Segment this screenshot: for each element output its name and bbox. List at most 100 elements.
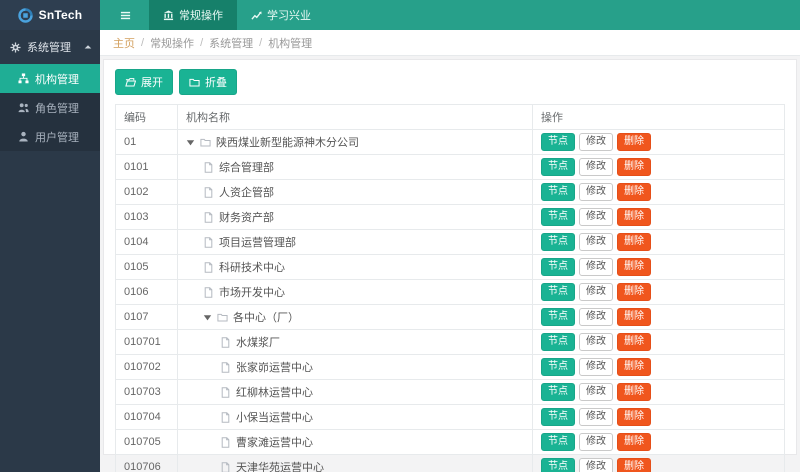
table-row[interactable]: 0105 科研技术中心 节点 修改 删除 <box>115 254 785 280</box>
delete-button[interactable]: 删除 <box>617 258 651 276</box>
delete-button[interactable]: 删除 <box>617 183 651 201</box>
org-name-cell: 财务资产部 <box>186 209 524 225</box>
table-row[interactable]: 010704 小保当运营中心 节点 修改 删除 <box>115 404 785 430</box>
delete-button[interactable]: 删除 <box>617 233 651 251</box>
edit-button[interactable]: 修改 <box>579 283 613 301</box>
delete-button[interactable]: 删除 <box>617 383 651 401</box>
edit-button[interactable]: 修改 <box>579 133 613 151</box>
node-button[interactable]: 节点 <box>541 233 575 251</box>
table-row[interactable]: 0107 各中心（厂） 节点 修改 删除 <box>115 304 785 330</box>
sidebar-item-label: 机构管理 <box>35 73 79 86</box>
node-button[interactable]: 节点 <box>541 258 575 276</box>
node-button[interactable]: 节点 <box>541 133 575 151</box>
org-code-cell: 010705 <box>115 429 178 455</box>
brand-logo[interactable]: SnTech <box>0 0 100 30</box>
row-actions: 节点 修改 删除 <box>541 233 776 251</box>
row-actions: 节点 修改 删除 <box>541 358 776 376</box>
delete-button[interactable]: 删除 <box>617 358 651 376</box>
table-row[interactable]: 0104 项目运营管理部 节点 修改 删除 <box>115 229 785 255</box>
org-name-cell: 市场开发中心 <box>186 284 524 300</box>
navbar-tab[interactable]: 常规操作 <box>149 0 237 30</box>
edit-button[interactable]: 修改 <box>579 308 613 326</box>
node-button[interactable]: 节点 <box>541 308 575 326</box>
org-name-cell: 人资企管部 <box>186 184 524 200</box>
sidebar-item-user[interactable]: 用户管理 <box>0 122 100 151</box>
delete-button[interactable]: 删除 <box>617 208 651 226</box>
org-name-cell: 张家峁运营中心 <box>186 359 524 375</box>
org-name-text: 红柳林运营中心 <box>236 387 313 399</box>
org-name-cell: 各中心（厂） <box>186 309 524 325</box>
delete-button[interactable]: 删除 <box>617 133 651 151</box>
table-row[interactable]: 0106 市场开发中心 节点 修改 删除 <box>115 279 785 305</box>
tree-caret-icon[interactable] <box>186 138 195 147</box>
content-area: 展开 折叠 编码 机构名称 操作 01 陕西煤业新型能源神木分公司 节点 修改 … <box>100 56 800 472</box>
node-button[interactable]: 节点 <box>541 383 575 401</box>
table-row[interactable]: 01 陕西煤业新型能源神木分公司 节点 修改 删除 <box>115 129 785 155</box>
node-type-icon <box>203 211 214 223</box>
sidebar-item-sitemap[interactable]: 机构管理 <box>0 64 100 93</box>
edit-button[interactable]: 修改 <box>579 333 613 351</box>
edit-button[interactable]: 修改 <box>579 158 613 176</box>
table-row[interactable]: 010706 天津华苑运营中心 节点 修改 删除 <box>115 454 785 472</box>
delete-button[interactable]: 删除 <box>617 433 651 451</box>
table-row[interactable]: 010703 红柳林运营中心 节点 修改 删除 <box>115 379 785 405</box>
navbar-tab[interactable]: 学习兴业 <box>237 0 325 30</box>
node-button[interactable]: 节点 <box>541 358 575 376</box>
breadcrumb-item[interactable]: 常规操作 <box>150 35 194 51</box>
table-row[interactable]: 0102 人资企管部 节点 修改 删除 <box>115 179 785 205</box>
expand-button[interactable]: 展开 <box>115 69 173 95</box>
delete-button[interactable]: 删除 <box>617 158 651 176</box>
row-actions: 节点 修改 删除 <box>541 208 776 226</box>
node-button[interactable]: 节点 <box>541 458 575 472</box>
edit-button[interactable]: 修改 <box>579 208 613 226</box>
cogs-icon <box>10 41 21 53</box>
edit-button[interactable]: 修改 <box>579 383 613 401</box>
delete-button[interactable]: 删除 <box>617 408 651 426</box>
sidebar-item-users[interactable]: 角色管理 <box>0 93 100 122</box>
edit-button[interactable]: 修改 <box>579 233 613 251</box>
node-type-icon <box>220 336 231 348</box>
node-button[interactable]: 节点 <box>541 283 575 301</box>
org-code-cell: 0101 <box>115 154 178 180</box>
delete-button[interactable]: 删除 <box>617 283 651 301</box>
node-type-icon <box>220 436 231 448</box>
edit-button[interactable]: 修改 <box>579 408 613 426</box>
breadcrumb-item[interactable]: 主页 <box>113 35 135 51</box>
node-button[interactable]: 节点 <box>541 333 575 351</box>
org-name-text: 张家峁运营中心 <box>236 362 313 374</box>
delete-button[interactable]: 删除 <box>617 333 651 351</box>
sidebar-group-system-management[interactable]: 系统管理 <box>0 30 100 64</box>
table-row[interactable]: 010702 张家峁运营中心 节点 修改 删除 <box>115 354 785 380</box>
breadcrumb-item[interactable]: 系统管理 <box>209 35 253 51</box>
node-button[interactable]: 节点 <box>541 208 575 226</box>
table-row[interactable]: 010701 水煤浆厂 节点 修改 删除 <box>115 329 785 355</box>
node-button[interactable]: 节点 <box>541 433 575 451</box>
table-row[interactable]: 0101 综合管理部 节点 修改 删除 <box>115 154 785 180</box>
node-button[interactable]: 节点 <box>541 408 575 426</box>
org-name-text: 曹家滩运营中心 <box>236 437 313 449</box>
sidebar-toggle-button[interactable] <box>100 0 149 30</box>
expand-button-label: 展开 <box>141 77 163 89</box>
table-row[interactable]: 010705 曹家滩运营中心 节点 修改 删除 <box>115 429 785 455</box>
table-row[interactable]: 0103 财务资产部 节点 修改 删除 <box>115 204 785 230</box>
tree-caret-icon[interactable] <box>203 313 212 322</box>
node-button[interactable]: 节点 <box>541 158 575 176</box>
edit-button[interactable]: 修改 <box>579 433 613 451</box>
edit-button[interactable]: 修改 <box>579 258 613 276</box>
org-name-text: 水煤浆厂 <box>236 337 280 349</box>
edit-button[interactable]: 修改 <box>579 358 613 376</box>
row-actions: 节点 修改 删除 <box>541 333 776 351</box>
org-name-text: 天津华苑运营中心 <box>236 462 324 472</box>
delete-button[interactable]: 删除 <box>617 308 651 326</box>
delete-button[interactable]: 删除 <box>617 458 651 472</box>
sidebar-item-label: 用户管理 <box>35 131 79 144</box>
org-code-cell: 0106 <box>115 279 178 305</box>
edit-button[interactable]: 修改 <box>579 183 613 201</box>
org-code-cell: 0107 <box>115 304 178 330</box>
node-button[interactable]: 节点 <box>541 183 575 201</box>
top-navbar: 常规操作 学习兴业 <box>100 0 800 30</box>
org-name-text: 人资企管部 <box>219 187 274 199</box>
collapse-button[interactable]: 折叠 <box>179 69 237 95</box>
edit-button[interactable]: 修改 <box>579 458 613 472</box>
row-actions: 节点 修改 删除 <box>541 458 776 472</box>
